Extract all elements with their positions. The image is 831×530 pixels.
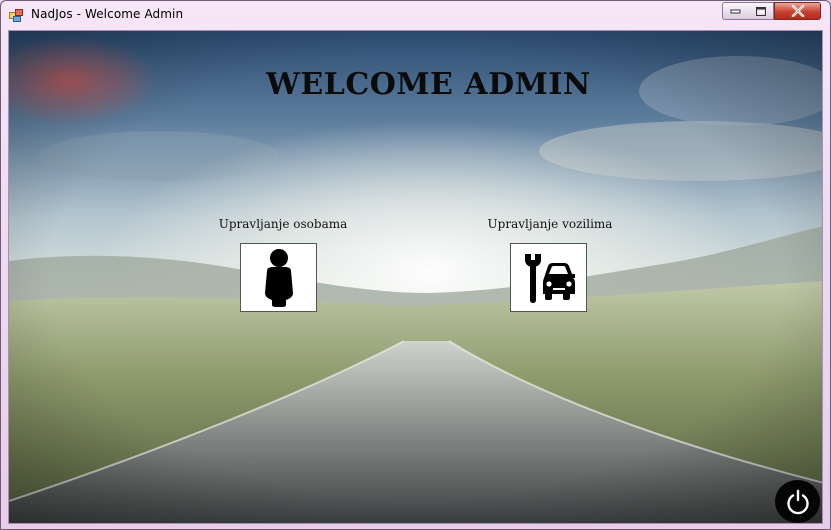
manage-persons-button[interactable] <box>240 243 317 312</box>
car-service-icon <box>524 253 575 303</box>
manage-vehicles-button[interactable] <box>510 243 587 312</box>
main-panel: WELCOME ADMIN Upravljanje osobama Upravl… <box>8 30 823 524</box>
power-icon <box>786 489 809 514</box>
maximize-icon <box>755 6 766 16</box>
power-button[interactable] <box>775 480 820 523</box>
minimize-icon <box>730 9 741 14</box>
person-icon <box>264 248 293 307</box>
maximize-button[interactable] <box>748 2 774 20</box>
manage-persons-label: Upravljanje osobama <box>218 217 348 231</box>
app-icon <box>9 9 23 22</box>
page-title: WELCOME ADMIN <box>266 67 591 102</box>
close-icon <box>791 5 804 17</box>
minimize-button[interactable] <box>722 2 749 20</box>
manage-vehicles-label: Upravljanje vozilima <box>487 217 613 231</box>
close-button[interactable] <box>774 2 821 20</box>
road-background-image <box>9 31 822 523</box>
window-title: NadJos - Welcome Admin <box>31 7 184 21</box>
title-bar[interactable]: NadJos - Welcome Admin <box>1 1 830 30</box>
app-window: NadJos - Welcome Admin WELCOME ADMIN Upr… <box>0 0 831 530</box>
